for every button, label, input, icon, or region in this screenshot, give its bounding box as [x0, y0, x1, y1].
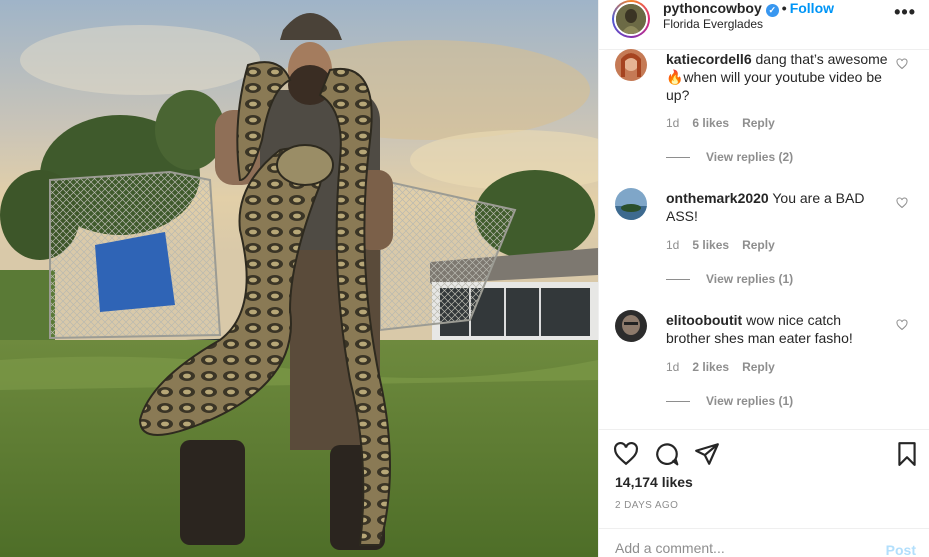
replies-line — [666, 279, 690, 281]
comment-reply-button[interactable]: Reply — [742, 116, 775, 130]
more-options-icon[interactable]: ••• — [894, 2, 916, 23]
post-photo[interactable] — [0, 0, 598, 557]
composer-divider — [599, 528, 929, 529]
comment-likes[interactable]: 2 likes — [692, 360, 729, 374]
commenter-avatar[interactable] — [615, 188, 647, 220]
post-header: pythoncowboy ✓ • Follow Florida Everglades … — [599, 0, 929, 48]
comment-reply-button[interactable]: Reply — [742, 360, 775, 374]
verified-badge-icon: ✓ — [765, 4, 779, 17]
comment-age: 1d — [666, 238, 680, 252]
comment-heart-icon[interactable] — [896, 197, 908, 209]
commenter-avatar[interactable] — [615, 310, 647, 342]
comment-meta: 1d 5 likes Reply — [666, 238, 788, 252]
commenter-avatar-image — [615, 188, 647, 220]
comment-username[interactable]: elitooboutit — [666, 312, 742, 328]
view-replies-label: View replies (1) — [706, 272, 794, 286]
view-replies-button[interactable]: View replies (1) — [666, 272, 793, 286]
bookmark-icon[interactable] — [894, 441, 920, 467]
post-comment-button[interactable]: Post — [886, 542, 916, 557]
commenter-avatar-image — [615, 310, 647, 342]
comment-heart-icon[interactable] — [896, 319, 908, 331]
comment-likes[interactable]: 5 likes — [692, 238, 729, 252]
replies-line — [666, 401, 690, 403]
post-timestamp[interactable]: 2 DAYS AGO — [615, 500, 678, 511]
view-replies-label: View replies (1) — [706, 394, 794, 408]
comment-age: 1d — [666, 116, 680, 130]
view-replies-label: View replies (2) — [706, 150, 794, 164]
header-user-line: pythoncowboy ✓ • Follow — [663, 0, 834, 17]
comment-reply-button[interactable]: Reply — [742, 238, 775, 252]
comment-bubble-icon[interactable] — [654, 441, 680, 467]
follow-button[interactable]: Follow — [790, 0, 834, 16]
comment-age: 1d — [666, 360, 680, 374]
add-comment-input[interactable] — [615, 540, 865, 556]
comment-meta: 1d 6 likes Reply — [666, 116, 788, 130]
comment-text: elitooboutit wow nice catch brother shes… — [666, 311, 888, 347]
header-separator: • — [781, 0, 787, 16]
commenter-avatar-image — [615, 49, 647, 81]
post-location[interactable]: Florida Everglades — [663, 17, 763, 31]
replies-line — [666, 157, 690, 159]
commenter-avatar[interactable] — [615, 49, 647, 81]
python-handler-photo — [0, 0, 598, 557]
likes-count[interactable]: 14,174 likes — [615, 474, 693, 490]
comment-username[interactable]: onthemark2020 — [666, 190, 769, 206]
comment-likes[interactable]: 6 likes — [692, 116, 729, 130]
comment-username[interactable]: katiecordell6 — [666, 51, 752, 67]
author-username[interactable]: pythoncowboy — [663, 0, 762, 16]
comment-heart-icon[interactable] — [896, 58, 908, 70]
heart-icon[interactable] — [613, 441, 639, 467]
view-replies-button[interactable]: View replies (1) — [666, 394, 793, 408]
paper-plane-icon[interactable] — [694, 441, 720, 467]
author-avatar[interactable] — [612, 0, 650, 38]
comment-text: katiecordell6 dang that’s awesome🔥when w… — [666, 50, 888, 104]
actions-divider — [599, 429, 929, 430]
comment-meta: 1d 2 likes Reply — [666, 360, 788, 374]
post-side-panel: pythoncowboy ✓ • Follow Florida Everglades … — [598, 0, 929, 557]
author-avatar-image — [616, 4, 646, 34]
view-replies-button[interactable]: View replies (2) — [666, 150, 793, 164]
comment-text: onthemark2020 You are a BAD ASS! — [666, 189, 888, 225]
